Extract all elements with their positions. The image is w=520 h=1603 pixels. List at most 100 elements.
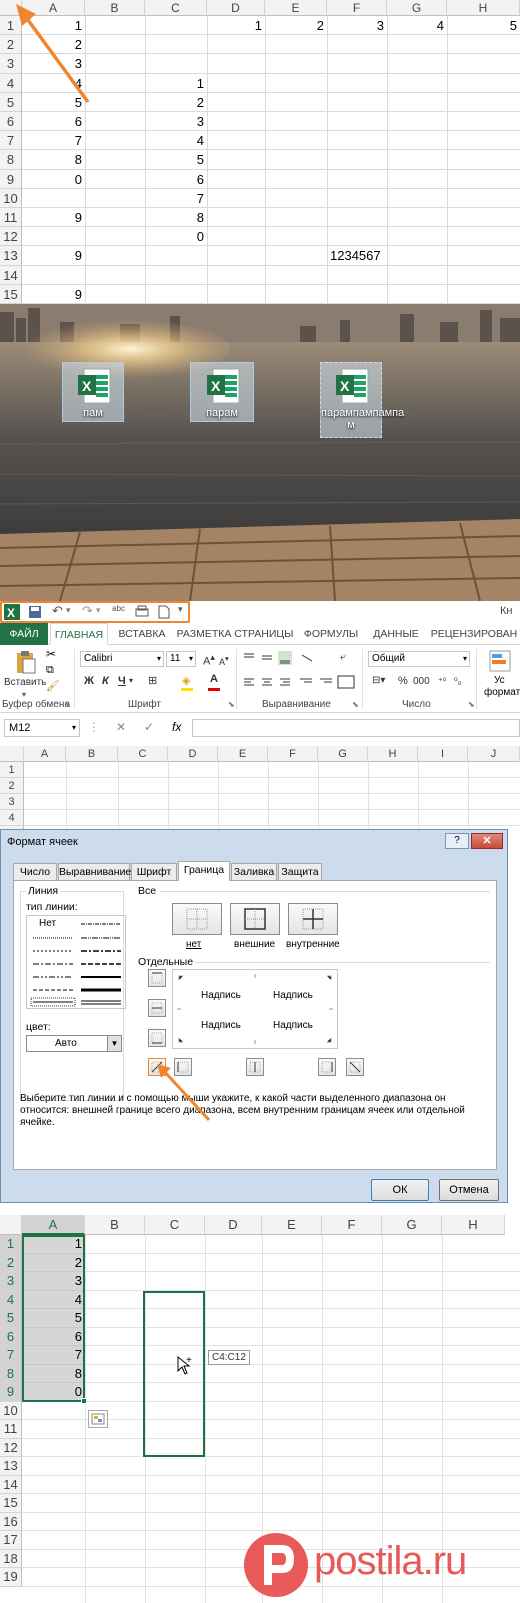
row-header[interactable]: 15 [0, 284, 22, 304]
formula-input[interactable] [192, 719, 520, 737]
border-inside-horizontal-button[interactable] [148, 999, 166, 1017]
border-inside-vertical-button[interactable] [246, 1058, 264, 1076]
cell-C10[interactable]: 7 [145, 189, 207, 208]
file-icon[interactable] [157, 605, 171, 619]
line-style-list[interactable]: Нет [26, 915, 126, 1009]
cell-A1[interactable]: 1 [22, 1235, 85, 1254]
select-all-corner[interactable] [0, 746, 24, 762]
column-header[interactable]: B [85, 1215, 145, 1235]
fill-color-icon[interactable]: ◈ [182, 674, 190, 687]
cell-A15[interactable]: 9 [22, 285, 85, 304]
font-launcher-icon[interactable]: ⬊ [228, 700, 235, 709]
row-header[interactable]: 19 [0, 1568, 22, 1587]
font-size-combo[interactable]: 11 ▾ [166, 651, 196, 667]
cancel-button[interactable]: Отмена [439, 1179, 499, 1201]
row-header[interactable]: 3 [0, 794, 24, 810]
cell-C9[interactable]: 6 [145, 170, 207, 189]
cell-C6[interactable]: 3 [145, 112, 207, 131]
cell-A13[interactable]: 9 [22, 246, 85, 265]
dialog-tab-0[interactable]: Число [13, 863, 57, 880]
preset-none-button[interactable] [172, 903, 222, 935]
row-header[interactable]: 13 [0, 246, 22, 266]
column-header[interactable]: C [145, 0, 207, 16]
cell-E1[interactable]: 2 [265, 16, 327, 35]
cell-A7[interactable]: 7 [22, 1346, 85, 1365]
redo-dropdown-icon[interactable]: ▾ [96, 605, 101, 616]
cell-F1[interactable]: 3 [327, 16, 387, 35]
column-header[interactable]: J [468, 746, 520, 762]
thousands-button[interactable]: 000 [413, 676, 430, 687]
row-header[interactable]: 2 [0, 778, 24, 794]
column-header[interactable]: A [22, 1215, 85, 1235]
column-header[interactable]: G [387, 0, 447, 16]
row-header[interactable]: 17 [0, 1531, 22, 1550]
conditional-formatting-label[interactable]: Ус [494, 675, 505, 686]
dialog-tab-4[interactable]: Заливка [231, 863, 277, 880]
cell-A8[interactable]: 8 [22, 1365, 85, 1384]
tab-4[interactable]: ФОРМУЛЫ [296, 623, 366, 645]
row-header[interactable]: 1 [0, 762, 24, 778]
row-header[interactable]: 9 [0, 1383, 22, 1402]
paste-icon[interactable] [14, 649, 38, 675]
cell-C4[interactable]: 1 [145, 74, 207, 93]
help-button[interactable]: ? [445, 833, 469, 849]
cell-C12[interactable]: 0 [145, 227, 207, 246]
column-header[interactable]: F [268, 746, 318, 762]
borders-icon[interactable]: ⊞ [148, 674, 157, 687]
row-header[interactable]: 14 [0, 1475, 22, 1494]
font-name-combo[interactable]: Calibri ▾ [80, 651, 164, 667]
spelling-icon[interactable]: ᵃᵇᶜ [112, 603, 125, 617]
desktop-icon[interactable]: Xпарампампампа м [320, 362, 404, 438]
preset-inside-button[interactable] [288, 903, 338, 935]
column-header[interactable]: E [262, 1215, 322, 1235]
cell-A11[interactable]: 9 [22, 208, 85, 227]
ok-button[interactable]: ОК [371, 1179, 429, 1201]
column-header[interactable]: C [118, 746, 168, 762]
cell-A3[interactable]: 3 [22, 1272, 85, 1291]
undo-dropdown-icon[interactable]: ▾ [66, 605, 71, 616]
row-header[interactable]: 16 [0, 1512, 22, 1531]
redo-icon[interactable]: ↷ [82, 603, 93, 619]
conditional-formatting-icon[interactable] [488, 649, 512, 673]
column-header[interactable]: D [205, 1215, 262, 1235]
row-header[interactable]: 10 [0, 1401, 22, 1420]
select-all-corner[interactable] [0, 1215, 22, 1235]
border-top-button[interactable] [148, 969, 166, 987]
italic-button[interactable]: К [102, 675, 109, 687]
column-header[interactable]: C [145, 1215, 205, 1235]
row-header[interactable]: 8 [0, 1364, 22, 1383]
desktop-icon[interactable]: Xпарам [190, 362, 254, 422]
row-header[interactable]: 8 [0, 150, 22, 170]
row-header[interactable]: 1 [0, 1235, 22, 1254]
preset-outline-button[interactable] [230, 903, 280, 935]
print-preview-icon[interactable] [135, 605, 149, 619]
underline-button[interactable]: Ч [118, 675, 126, 687]
cut-icon[interactable]: ✂ [46, 647, 56, 661]
cell-A9[interactable]: 0 [22, 1383, 85, 1402]
row-header[interactable]: 4 [0, 810, 24, 826]
column-header[interactable]: F [327, 0, 387, 16]
row-header[interactable]: 5 [0, 1309, 22, 1328]
column-header[interactable]: G [382, 1215, 442, 1235]
font-color-icon[interactable]: A [210, 673, 218, 685]
insert-function-icon[interactable]: fx [172, 720, 181, 734]
paste-label[interactable]: Вставить [4, 677, 46, 688]
quick-analysis-icon[interactable] [88, 1409, 108, 1428]
cell-F13[interactable]: 1234567 [327, 246, 447, 265]
decrease-decimal-icon[interactable]: ⁰₀ [454, 676, 461, 687]
column-header[interactable]: F [322, 1215, 382, 1235]
cell-H1[interactable]: 5 [447, 16, 520, 35]
tab-6[interactable]: РЕЦЕНЗИРОВАН [428, 623, 520, 645]
customize-qat-icon[interactable]: ▾ [178, 604, 183, 615]
cell-C7[interactable]: 4 [145, 131, 207, 150]
dialog-tab-1[interactable]: Выравнивание [58, 863, 131, 880]
save-icon[interactable] [28, 605, 42, 619]
cancel-icon[interactable]: ✕ [116, 720, 126, 734]
dialog-tab-3[interactable]: Граница [178, 861, 230, 881]
cell-A8[interactable]: 8 [22, 150, 85, 169]
row-header[interactable]: 14 [0, 265, 22, 285]
color-select[interactable]: Авто ▼ [26, 1035, 122, 1052]
row-header[interactable]: 18 [0, 1549, 22, 1568]
column-header[interactable]: I [418, 746, 468, 762]
cell-A4[interactable]: 4 [22, 1291, 85, 1310]
